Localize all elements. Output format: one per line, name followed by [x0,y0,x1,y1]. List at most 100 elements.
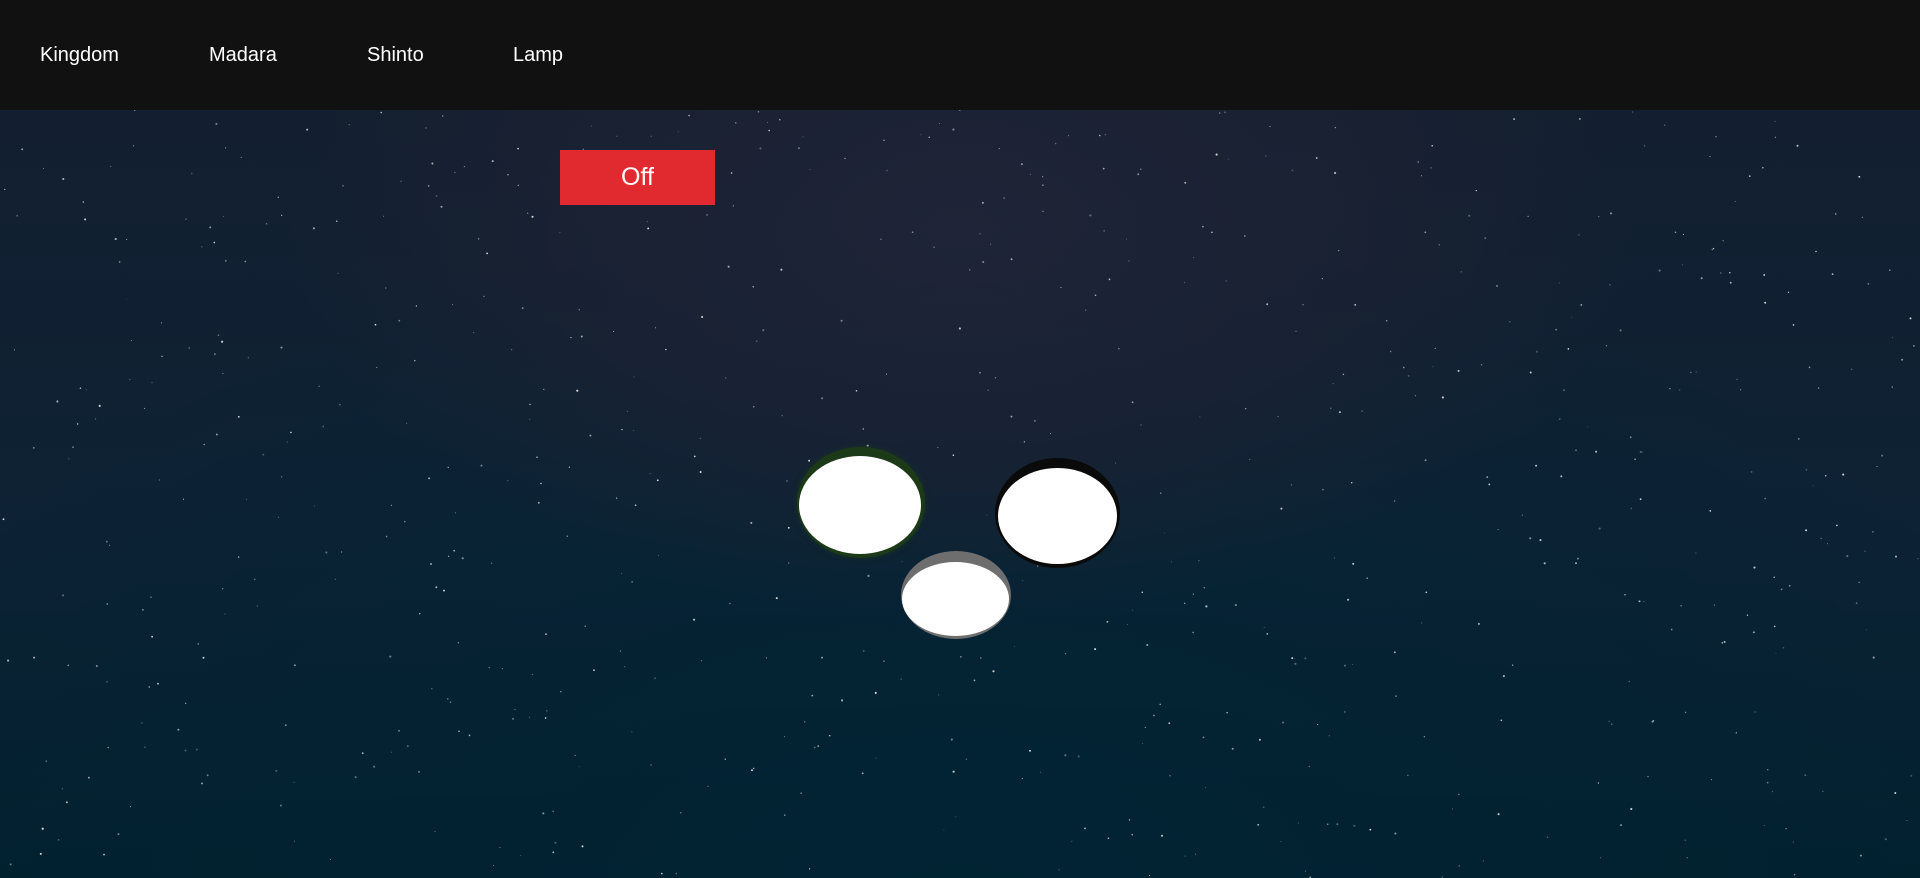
star [361,752,364,754]
star [1754,711,1756,713]
star [675,872,678,875]
star [1805,529,1808,532]
star [1099,134,1101,137]
star [1817,387,1820,389]
star [1263,626,1265,629]
star [574,754,576,756]
star [650,135,652,137]
star [543,388,545,391]
star [56,400,59,403]
star [281,214,283,216]
star [1764,497,1767,500]
lamp-bottom[interactable] [901,551,1011,639]
star [656,479,659,482]
night-sky-scene [0,110,1920,878]
star [389,655,392,658]
star [727,265,730,268]
star [110,165,112,168]
star [937,446,939,448]
star [589,434,592,437]
star [1858,581,1860,584]
nav-link-shinto[interactable]: Shinto [367,0,424,110]
star [435,586,438,589]
star [306,128,309,131]
star [633,376,635,378]
star [1106,620,1109,623]
star [1160,492,1162,494]
star [491,160,494,163]
star [329,858,331,860]
star [804,721,806,723]
star [190,172,193,175]
star [900,678,902,680]
star [1558,418,1561,420]
star [1108,278,1111,281]
star [1796,144,1799,147]
star [647,227,650,230]
star [560,691,562,693]
star [992,670,995,673]
star [1734,200,1736,203]
star [177,728,180,731]
star [391,751,393,753]
light-toggle-button[interactable]: Off [560,150,715,205]
star [1546,836,1549,839]
star [277,196,279,198]
lamp-right[interactable] [995,458,1120,568]
star [699,470,702,474]
star [631,731,633,733]
star [981,201,984,204]
star [1628,680,1631,683]
star [105,540,108,543]
star [783,736,786,738]
star [1906,820,1908,821]
star [1609,284,1611,286]
star [7,659,10,662]
star [1330,407,1332,410]
star [1722,240,1724,242]
star [1244,235,1246,237]
star [521,307,524,309]
star [1153,714,1155,717]
star [584,625,586,627]
star [335,220,338,222]
star [447,555,450,557]
star [1762,166,1764,169]
star [958,327,961,330]
nav-link-kingdom[interactable]: Kingdom [40,0,119,110]
star [1036,565,1039,567]
star [1338,249,1340,252]
star [1529,371,1532,374]
star [828,734,831,737]
star [1867,283,1870,285]
nav-link-lamp[interactable]: Lamp [513,0,563,110]
star [159,479,161,481]
star [1334,126,1337,129]
star [1023,441,1026,443]
star [1486,476,1489,479]
star [434,830,436,832]
star [759,147,762,150]
star [1107,837,1110,840]
star [552,810,555,813]
star [693,455,696,458]
star [1431,144,1434,147]
star [72,446,74,448]
nav-link-madara[interactable]: Madara [209,0,277,110]
star [1480,364,1483,366]
star [1771,790,1774,793]
star [1735,732,1737,734]
star [348,124,350,126]
star [1184,602,1186,604]
star [540,482,542,485]
star [39,852,42,855]
star [65,801,68,804]
star [646,220,648,223]
star [788,562,790,564]
star [1127,623,1128,625]
lamp-left[interactable] [797,447,925,558]
star [510,349,513,351]
star [1244,407,1247,410]
star [1690,371,1692,373]
star [1137,173,1140,176]
